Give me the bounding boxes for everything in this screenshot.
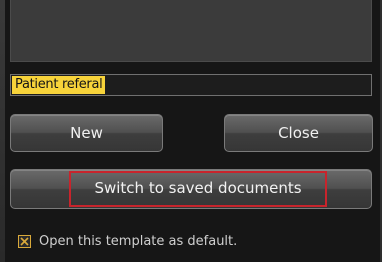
switch-button-label: Switch to saved documents	[69, 171, 327, 207]
default-checkbox-label: Open this template as default.	[39, 233, 238, 249]
panel-left-edge	[0, 0, 5, 262]
default-option-row: Open this template as default.	[18, 232, 237, 250]
template-name-value: Patient referal	[12, 76, 106, 94]
checkmark-x-icon	[20, 236, 29, 246]
template-preview-area	[10, 0, 372, 62]
template-panel: Patient referal New Close Switch to save…	[0, 0, 382, 262]
default-checkbox[interactable]	[18, 234, 31, 248]
template-name-field[interactable]: Patient referal	[10, 74, 372, 96]
close-button[interactable]: Close	[224, 114, 373, 152]
switch-to-saved-documents-button[interactable]: Switch to saved documents	[10, 169, 372, 209]
new-button[interactable]: New	[10, 114, 163, 152]
